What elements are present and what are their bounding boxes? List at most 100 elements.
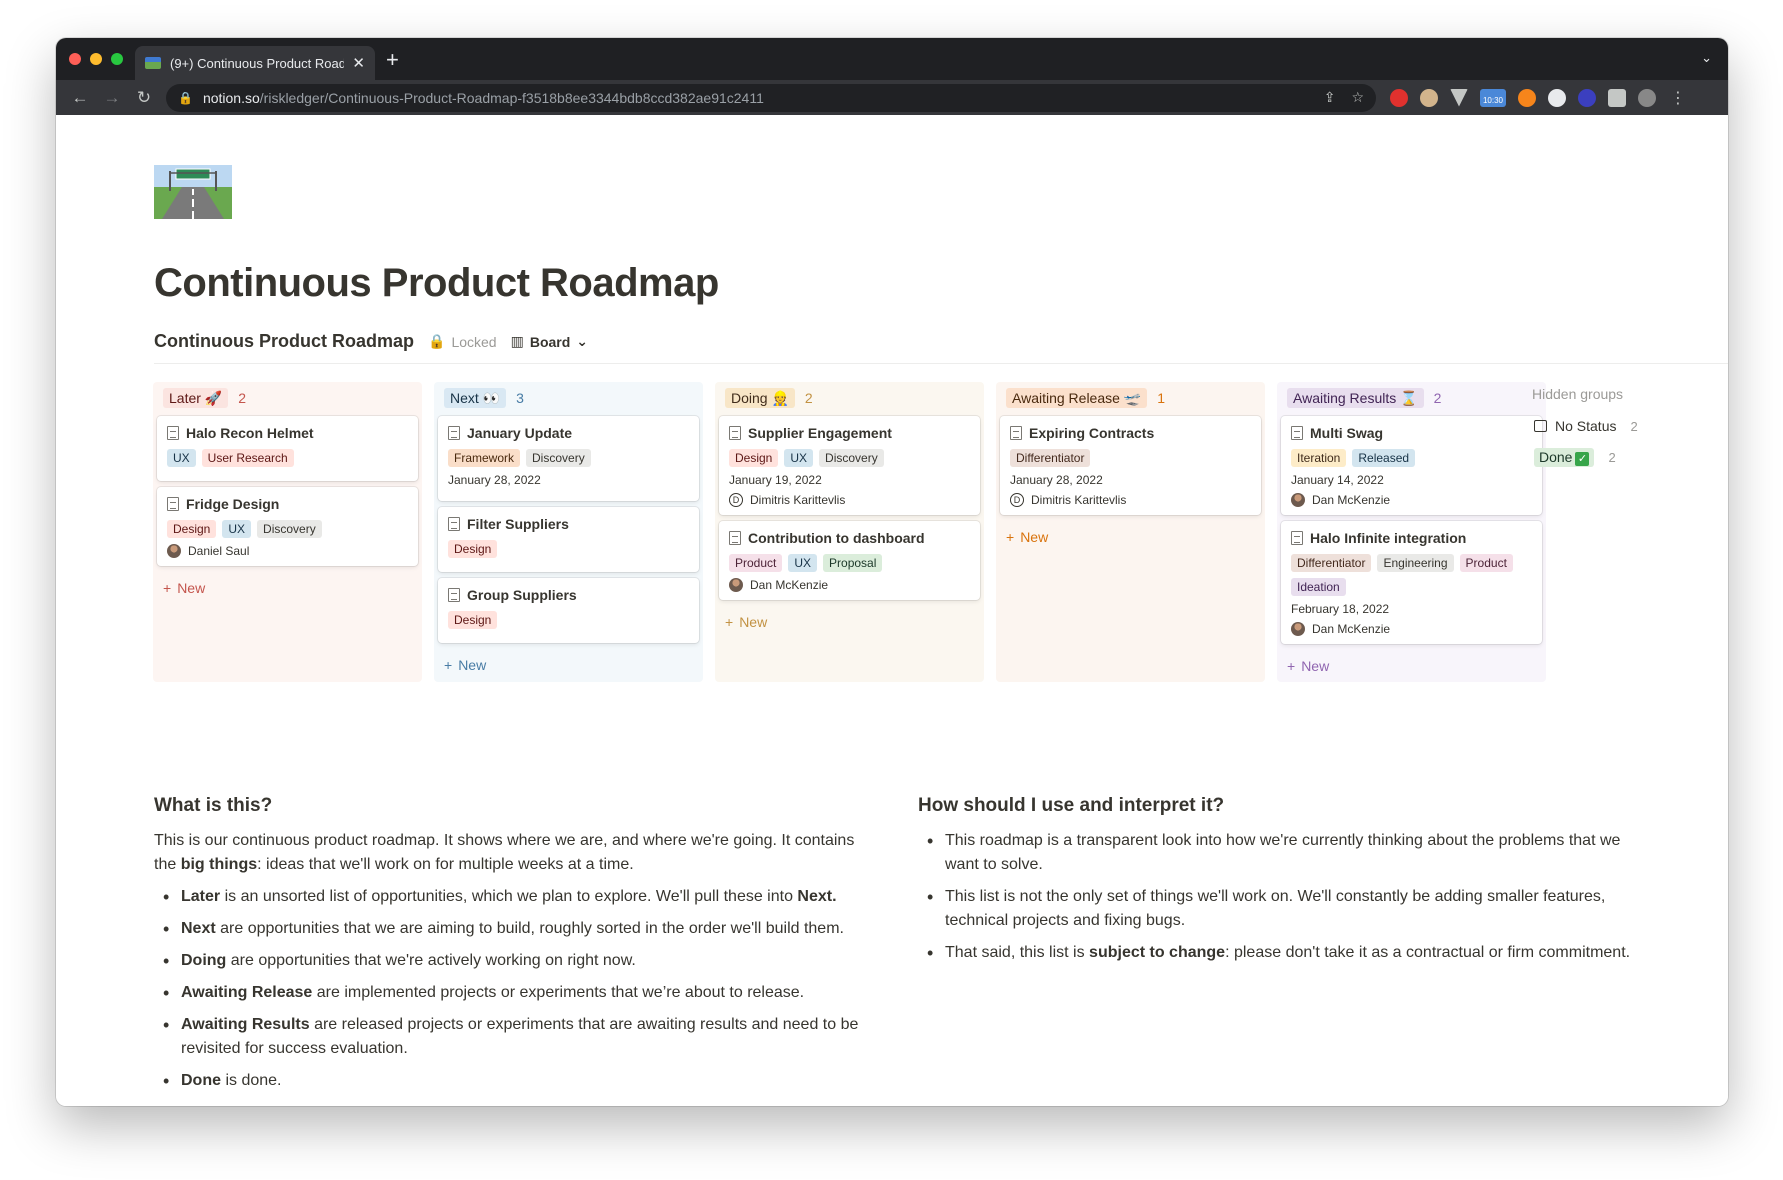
notion-page: Continuous Product Roadmap Continuous Pr…: [56, 115, 1728, 1106]
database-title[interactable]: Continuous Product Roadmap: [154, 331, 414, 352]
extension-face-icon[interactable]: [1420, 88, 1438, 107]
board-card[interactable]: Filter Suppliers Design: [438, 507, 699, 572]
url-domain: notion.so: [202, 89, 260, 106]
done-pill: Done ✓: [1534, 448, 1595, 467]
new-tab-button[interactable]: +: [386, 47, 399, 73]
card-date: February 18, 2022: [1291, 602, 1390, 616]
list-item: Awaiting Results are released projects o…: [154, 1013, 874, 1061]
column-header[interactable]: Awaiting Release 🛫 1: [1000, 386, 1261, 410]
hidden-group-no-status[interactable]: No Status 2: [1532, 418, 1652, 434]
board-column: Next 👀 3 January Update Framework Discovery J…: [434, 382, 703, 682]
tag-list: Design UX Discovery: [729, 449, 970, 467]
tag-list: Differentiator: [1010, 449, 1251, 467]
chevron-down-icon: ⌄: [576, 333, 589, 349]
board-card[interactable]: Halo Infinite integration Differentiator E…: [1281, 521, 1542, 644]
new-card-button[interactable]: + New: [1281, 650, 1542, 676]
column-header[interactable]: Next 👀 3: [438, 386, 699, 410]
column-label: Doing 👷: [725, 388, 795, 408]
view-switcher[interactable]: ▥ Board ⌄: [511, 333, 588, 350]
board-card[interactable]: Multi Swag Iteration Released January 14, 2…: [1281, 416, 1542, 515]
item-bold: Awaiting Release: [181, 984, 313, 1001]
address-bar[interactable]: 🔒 notion.so /riskledger/Continuous-Produ…: [166, 83, 1376, 112]
plus-icon: +: [725, 614, 734, 630]
page-title: Continuous Product Roadmap: [154, 261, 719, 305]
card-title: Supplier Engagement: [729, 425, 970, 441]
column-header[interactable]: Doing 👷 2: [719, 386, 980, 410]
item-bold: Next: [181, 920, 216, 937]
forward-icon[interactable]: →: [96, 88, 128, 108]
favicon-icon: [145, 57, 161, 69]
browser-window: (9+) Continuous Product Road ✕ + ⌄ ← → ↻…: [56, 38, 1728, 1106]
item-bold: Later: [181, 888, 221, 905]
board-card[interactable]: Expiring Contracts Differentiator January …: [1000, 416, 1261, 515]
extension-fox-icon[interactable]: [1518, 88, 1536, 107]
close-tab-icon[interactable]: ✕: [352, 54, 365, 72]
card-date: January 28, 2022: [1010, 473, 1103, 487]
avatar: [1291, 622, 1305, 636]
person-name: Dan McKenzie: [750, 578, 829, 592]
extension-shield-icon[interactable]: [1390, 88, 1408, 107]
extension-globe-icon[interactable]: [1548, 88, 1566, 107]
new-card-button[interactable]: + New: [157, 572, 418, 598]
list-item: Doing are opportunities that we're activ…: [154, 949, 874, 973]
board-view-icon: ▥: [510, 333, 524, 349]
board-card[interactable]: Group Suppliers Design: [438, 578, 699, 643]
browser-tab[interactable]: (9+) Continuous Product Road ✕: [135, 46, 375, 80]
hidden-group-done[interactable]: Done ✓ 2: [1532, 448, 1652, 467]
close-window-button[interactable]: [69, 53, 81, 65]
list-item: Next are opportunities that we are aimin…: [154, 917, 874, 941]
list-item: That said, this list is subject to chang…: [918, 941, 1638, 965]
card-person: Dan McKenzie: [729, 578, 970, 592]
column-count: 2: [1433, 390, 1442, 406]
hidden-groups: Hidden groups No Status 2 Done ✓ 2: [1532, 386, 1652, 481]
person-name: Dan McKenzie: [1312, 493, 1391, 507]
column-count: 3: [516, 390, 524, 406]
extension-vue-icon[interactable]: [1450, 88, 1468, 107]
reload-icon[interactable]: ↻: [128, 88, 160, 108]
page-icon: [1291, 426, 1303, 440]
card-title: Filter Suppliers: [448, 516, 689, 532]
tab-search-icon[interactable]: ⌄: [1701, 50, 1712, 66]
locked-indicator[interactable]: 🔒 Locked: [428, 333, 497, 350]
window-controls: [69, 53, 123, 65]
card-title-text: January Update: [467, 425, 573, 441]
back-icon[interactable]: ←: [64, 88, 96, 108]
zoom-window-button[interactable]: [111, 53, 123, 65]
item-text: That said, this list is: [945, 944, 1090, 961]
minimize-window-button[interactable]: [90, 53, 102, 65]
what-heading: What is this?: [154, 795, 273, 816]
tag: Design: [729, 449, 779, 467]
new-card-button[interactable]: + New: [719, 606, 980, 632]
extensions-puzzle-icon[interactable]: [1608, 88, 1626, 107]
browser-menu-icon[interactable]: ⋮: [1670, 88, 1686, 108]
extension-calendar-icon[interactable]: 10:30: [1480, 88, 1506, 107]
page-icon: [167, 426, 179, 440]
board-card[interactable]: January Update Framework Discovery January …: [438, 416, 699, 501]
board-column: Awaiting Results ⌛ 2 Multi Swag Iteration Re…: [1277, 382, 1546, 682]
share-icon[interactable]: ⇪: [1324, 89, 1336, 106]
tag: UX: [784, 449, 814, 467]
board-card[interactable]: Supplier Engagement Design UX Discovery Janu…: [719, 416, 980, 515]
person-name: Dan McKenzie: [1312, 622, 1391, 636]
profile-avatar[interactable]: [1638, 88, 1656, 107]
new-card-button[interactable]: + New: [1000, 521, 1261, 547]
extension-j-icon[interactable]: [1578, 88, 1596, 107]
board-card[interactable]: Contribution to dashboard Product UX Propos…: [719, 521, 980, 600]
hidden-groups-title: Hidden groups: [1532, 386, 1624, 402]
tag: Iteration: [1291, 449, 1347, 467]
url-path: /riskledger/Continuous-Product-Roadmap-f…: [259, 89, 764, 106]
bookmark-star-icon[interactable]: ☆: [1351, 89, 1364, 106]
page-icon: [448, 517, 460, 531]
person-name: Dimitris Karittevlis: [750, 493, 846, 507]
column-header[interactable]: Awaiting Results ⌛ 2: [1281, 386, 1542, 410]
page-icon: [448, 588, 460, 602]
board-card[interactable]: Halo Recon Helmet UX User Research: [157, 416, 418, 481]
page-icon: [1010, 426, 1022, 440]
column-header[interactable]: Later 🚀 2: [157, 386, 418, 410]
new-card-button[interactable]: + New: [438, 649, 699, 675]
board-card[interactable]: Fridge Design Design UX Discovery Daniel Sau…: [157, 487, 418, 566]
tag: Product: [729, 554, 783, 572]
locked-label: Locked: [451, 333, 497, 350]
card-title-text: Halo Infinite integration: [1310, 530, 1467, 546]
page-icon: [729, 426, 741, 440]
